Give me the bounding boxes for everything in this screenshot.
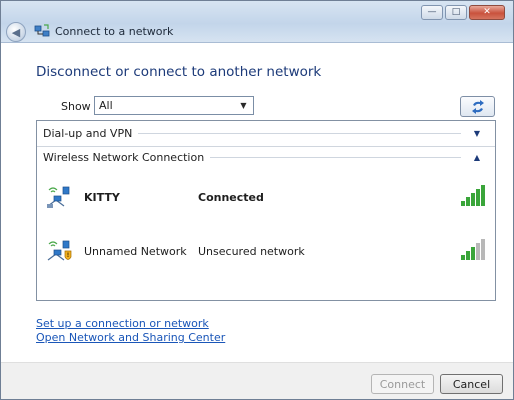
group-divider bbox=[210, 157, 461, 158]
connect-to-network-dialog: ◀ Connect to a network — □ ✕ Disconnect … bbox=[0, 0, 514, 400]
window-title: Connect to a network bbox=[55, 25, 174, 38]
signal-strength-icon bbox=[461, 239, 485, 260]
chevron-up-icon[interactable]: ▲ bbox=[469, 153, 485, 162]
network-name: Unnamed Network bbox=[84, 245, 187, 258]
title-bar: ◀ Connect to a network — □ ✕ bbox=[1, 1, 513, 43]
maximize-button[interactable]: □ bbox=[445, 5, 467, 20]
network-status: Unsecured network bbox=[198, 245, 305, 258]
group-label: Wireless Network Connection bbox=[43, 151, 205, 164]
signal-bar bbox=[481, 185, 485, 206]
refresh-button[interactable] bbox=[460, 96, 495, 117]
signal-bar bbox=[471, 193, 475, 206]
signal-bar bbox=[471, 247, 475, 260]
network-status: Connected bbox=[198, 191, 264, 204]
wireless-network-icon bbox=[47, 186, 70, 208]
connect-button[interactable]: Connect bbox=[371, 374, 434, 394]
close-button[interactable]: ✕ bbox=[469, 5, 505, 20]
network-item-kitty[interactable]: KITTY Connected bbox=[37, 178, 495, 218]
signal-bar bbox=[466, 197, 470, 206]
group-divider bbox=[138, 132, 461, 134]
chevron-down-icon: ▼ bbox=[240, 101, 247, 110]
refresh-icon bbox=[471, 99, 484, 114]
back-arrow-icon: ◀ bbox=[11, 25, 21, 39]
signal-bar bbox=[461, 201, 465, 206]
network-icon bbox=[34, 24, 50, 37]
show-filter-value: All bbox=[99, 99, 113, 112]
signal-strength-icon bbox=[461, 185, 485, 206]
svg-text:!: ! bbox=[67, 252, 70, 259]
network-list: Dial-up and VPN ▼ Wireless Network Conne… bbox=[36, 120, 496, 301]
signal-bar bbox=[481, 239, 485, 260]
group-wireless-network-connection[interactable]: Wireless Network Connection ▲ bbox=[37, 146, 495, 168]
dialog-footer: Connect Cancel bbox=[1, 362, 513, 399]
page-heading: Disconnect or connect to another network bbox=[36, 64, 322, 80]
group-label: Dial-up and VPN bbox=[43, 126, 133, 140]
close-icon: ✕ bbox=[483, 7, 491, 17]
network-item-unnamed-network[interactable]: ! Unnamed Network Unsecured network bbox=[37, 232, 495, 272]
minimize-icon: — bbox=[427, 7, 437, 17]
unsecured-wireless-network-icon: ! bbox=[47, 240, 72, 261]
network-name: KITTY bbox=[84, 191, 120, 204]
signal-bar bbox=[476, 243, 480, 260]
setup-connection-link[interactable]: Set up a connection or network bbox=[36, 317, 225, 331]
signal-bar bbox=[466, 251, 470, 260]
back-button[interactable]: ◀ bbox=[6, 22, 26, 42]
show-filter-dropdown[interactable]: All ▼ bbox=[94, 96, 254, 115]
minimize-button[interactable]: — bbox=[421, 5, 443, 20]
group-dialup-vpn[interactable]: Dial-up and VPN ▼ bbox=[37, 122, 495, 144]
signal-bar bbox=[461, 255, 465, 260]
task-links: Set up a connection or network Open Netw… bbox=[36, 317, 225, 345]
network-sharing-center-link[interactable]: Open Network and Sharing Center bbox=[36, 331, 225, 345]
cancel-button[interactable]: Cancel bbox=[440, 374, 503, 394]
show-label: Show bbox=[61, 100, 91, 113]
chevron-down-icon[interactable]: ▼ bbox=[469, 129, 485, 138]
maximize-icon: □ bbox=[451, 7, 461, 17]
signal-bar bbox=[476, 189, 480, 206]
